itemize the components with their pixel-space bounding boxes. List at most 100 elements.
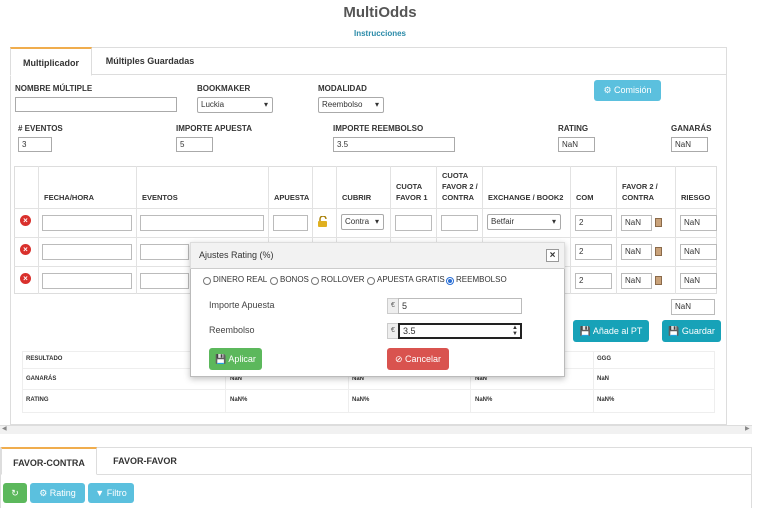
save-icon: 💾 [579,326,591,336]
scroll-right-icon[interactable]: ▶ [745,425,750,432]
row-com-input[interactable]: 2 [575,215,612,231]
gears-icon: ⚙ [39,488,48,498]
guardar-label: Guardar [681,326,715,336]
results-cell: NaN% [597,397,615,403]
filter-icon: ▼ [95,488,105,498]
filtro-button[interactable]: ▼ Filtro [88,483,134,503]
importe-reembolso-input[interactable]: 3.5 [333,137,455,152]
rating-button-label: Rating [49,488,76,498]
row-cubrir-value: Contra [345,217,370,226]
spinner-icon[interactable]: ▲ ▼ [512,325,518,337]
radio-label: APUESTA GRATIS [377,275,445,284]
radio-label: DINERO REAL [213,275,268,284]
importe-apuesta-input[interactable]: 5 [176,137,213,152]
th-apuesta: APUESTA [274,193,310,202]
tab-multiples-guardadas[interactable]: Múltiples Guardadas [96,47,204,76]
results-cell: NaN% [352,397,370,403]
results-cell: NaN [597,376,610,382]
row-evento-input[interactable] [140,273,189,289]
total-riesgo-output: NaN [671,299,715,315]
scroll-left-icon[interactable]: ◀ [2,425,7,432]
th-cuota-favor1: CUOTA FAVOR 1 [396,182,428,202]
row-riesgo-output: NaN [680,215,717,231]
row-exchange-value: Betfair [491,217,515,226]
row-fecha-input[interactable] [42,244,132,260]
horizontal-scrollbar[interactable] [0,425,752,434]
tab-multiplicador[interactable]: Multiplicador [10,47,92,76]
row-cuota1-input[interactable] [395,215,432,231]
row-favor2-output: NaN [621,273,652,289]
th-cubrir: CUBRIR [342,193,372,202]
row-evento-input[interactable] [140,244,189,260]
chevron-down-icon: ▾ [374,100,379,109]
rating-button[interactable]: ⚙ Rating [30,483,85,503]
cancelar-button[interactable]: ⊘ Cancelar [387,348,449,370]
importe-reembolso-label: IMPORTE REEMBOLSO [333,124,424,133]
chevron-down-icon: ▾ [551,217,556,226]
tab-favor-favor[interactable]: FAVOR-FAVOR [102,447,188,475]
close-icon[interactable]: × [546,249,559,262]
tab-favor-contra[interactable]: FAVOR-CONTRA [1,447,97,475]
th-favor2-contra: FAVOR 2 / CONTRA [622,182,658,202]
row-cuota2-input[interactable] [441,215,478,231]
row-apuesta-input[interactable] [273,215,308,231]
refresh-icon: ↻ [11,488,19,498]
modal-reembolso-value: 3.5 [403,326,416,336]
notes-icon[interactable] [655,218,662,227]
row-exchange-select[interactable]: Betfair ▾ [487,214,561,230]
delete-row-icon[interactable]: × [20,215,31,226]
aplicar-button[interactable]: 💾 Aplicar [209,348,262,370]
results-header-ggg: GGG [597,356,612,362]
modalidad-select[interactable]: Reembolso ▾ [318,97,384,113]
modal-reembolso-input[interactable]: 3.5 ▲ ▼ [398,323,522,339]
rating-label: RATING [558,124,589,133]
row-fecha-input[interactable] [42,215,132,231]
filtro-button-label: Filtro [106,488,127,498]
radio-bonos[interactable] [270,277,278,285]
nombre-label: NOMBRE MÚLTIPLE [15,84,93,93]
modal-importe-label: Importe Apuesta [209,300,275,310]
nombre-input[interactable] [15,97,177,112]
row-cubrir-select[interactable]: Contra ▾ [341,214,384,230]
refresh-button[interactable]: ↻ [3,483,27,503]
rating-output: NaN [558,137,595,152]
notes-icon[interactable] [655,247,662,256]
modalidad-value: Reembolso [322,100,363,109]
radio-label: ROLLOVER [321,275,365,284]
modal-title: Ajustes Rating (%) [199,250,274,260]
row-com-input[interactable]: 2 [575,244,612,260]
comision-label: Comisión [614,85,652,95]
bookmaker-select[interactable]: Luckia ▾ [197,97,273,113]
radio-label: BONOS [280,275,309,284]
results-row-label: GANARÁS [26,376,57,382]
eventos-count-label: # EVENTOS [18,124,63,133]
radio-dinero-real[interactable] [203,277,211,285]
radio-label: REEMBOLSO [456,275,507,284]
delete-row-icon[interactable]: × [20,244,31,255]
ganaras-label: GANARÁS [671,124,712,133]
radio-reembolso[interactable] [446,277,454,285]
modal-reembolso-label: Reembolso [209,325,255,335]
comision-button[interactable]: ⚙ Comisión [594,80,661,101]
add-pt-button[interactable]: 💾 Añade al PT [573,320,649,342]
delete-row-icon[interactable]: × [20,273,31,284]
ban-icon: ⊘ [394,354,403,364]
eventos-count-input[interactable]: 3 [18,137,52,152]
instructions-link[interactable]: Instrucciones [0,29,760,38]
lock-icon[interactable] [317,214,330,227]
row-fecha-input[interactable] [42,273,132,289]
radio-apuesta-gratis[interactable] [367,277,375,285]
gears-icon: ⚙ [603,85,612,95]
results-cell: NaN% [475,397,493,403]
modal-importe-input[interactable]: 5 [398,298,522,314]
guardar-button[interactable]: 💾 Guardar [662,320,721,342]
row-com-input[interactable]: 2 [575,273,612,289]
notes-icon[interactable] [655,276,662,285]
row-evento-input[interactable] [140,215,264,231]
importe-apuesta-label: IMPORTE APUESTA [176,124,253,133]
modalidad-label: MODALIDAD [318,84,367,93]
cancelar-label: Cancelar [405,354,442,364]
results-row-label: RATING [26,397,49,403]
radio-rollover[interactable] [311,277,319,285]
th-eventos: EVENTOS [142,193,178,202]
